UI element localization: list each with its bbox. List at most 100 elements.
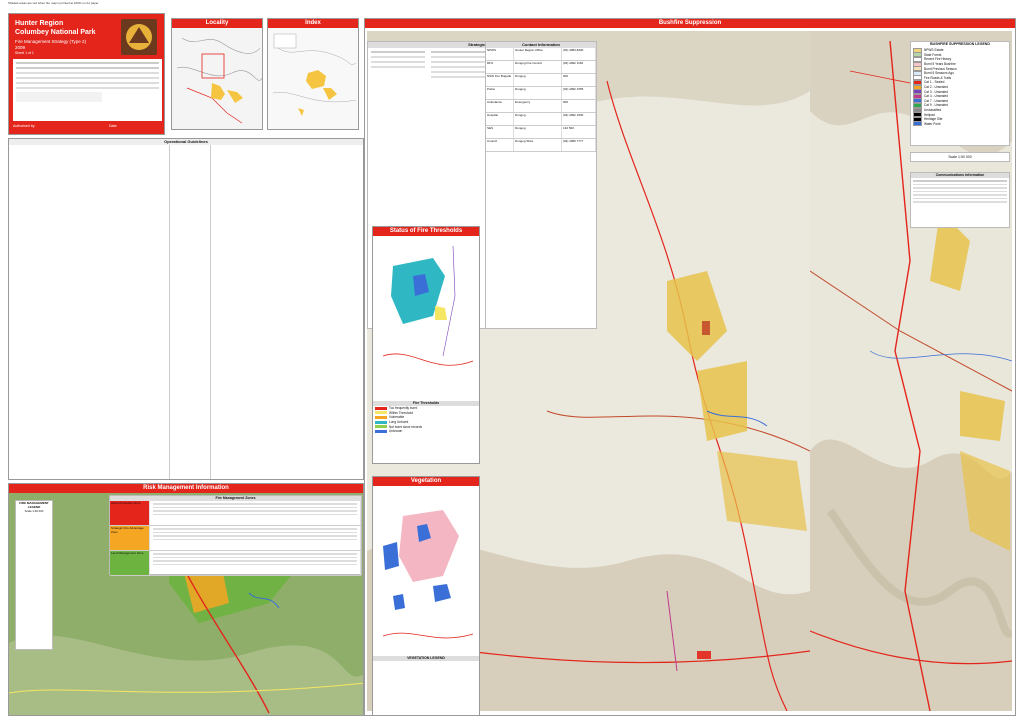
operational-guidelines-panel: Operational Guidelines	[8, 138, 364, 480]
contact-agency: Police	[486, 87, 514, 99]
guidelines-col-3	[211, 145, 363, 479]
region-title: Hunter Region	[15, 20, 64, 27]
bushfire-legend: BUSHFIRE SUPPRESSION LEGEND NPWS Estate S…	[910, 41, 1010, 146]
legend-label: Helipad	[924, 112, 935, 117]
risk-scale-label: Scale 1:60 000	[24, 509, 44, 513]
contact-name: Dungog Shire	[514, 139, 562, 151]
vegetation-map[interactable]	[373, 486, 480, 651]
clarence-town	[697, 651, 711, 659]
contact-name: Emergency	[514, 100, 562, 112]
park-title: Columbey National Park	[15, 29, 96, 36]
zone-name: Land Management Zone	[110, 551, 150, 575]
contact-phone: (02) 4984 8200	[562, 48, 596, 60]
threshold-swatch	[375, 406, 387, 410]
threshold-label: Too frequently burnt	[389, 406, 418, 411]
legend-label: Cat 2 - Unsealed	[924, 85, 948, 90]
contact-phone: (02) 4992 1500	[562, 113, 596, 125]
contact-agency: Hospital	[486, 113, 514, 125]
contact-agency: Council	[486, 139, 514, 151]
legend-label: State Forest	[924, 52, 942, 57]
contact-name: Dungog	[514, 126, 562, 138]
scale-label: Scale 1:50 000	[910, 152, 1010, 162]
strategy-title: Fire Management Strategy (Type 2)	[15, 39, 87, 44]
contact-information-panel: Contact Information NPWS Hunter Region Of…	[485, 41, 597, 329]
threshold-label: Vulnerable	[389, 415, 405, 420]
legend-label: Burnt Previous Season	[924, 66, 957, 71]
print-note: Shaded areas are red when fire map is pr…	[8, 1, 99, 5]
contact-agency: SES	[486, 126, 514, 138]
risk-management-title: Risk Management Information	[9, 484, 363, 493]
legend-label: Recent Fire History	[924, 57, 952, 62]
zone-description	[150, 526, 361, 550]
bushfire-suppression-title: Bushfire Suppression	[365, 19, 1015, 28]
contact-phone: (02) 4995 7777	[562, 139, 596, 151]
vegetation-title: Vegetation	[373, 477, 479, 486]
contacts-table: NPWS Hunter Region Office (02) 4984 8200 RF…	[486, 48, 596, 152]
legend-label: Fire Roads & Trails	[924, 75, 952, 80]
legend-label: Cat 7 - Unsealed	[924, 98, 948, 103]
year-title: 2009	[15, 45, 26, 50]
contact-agency: Ambulance	[486, 100, 514, 112]
risk-legend: FIRE MANAGEMENT LEGEND Scale 1:60 000	[15, 500, 53, 650]
locality-panel: Locality	[171, 18, 263, 130]
threshold-label: Long Unburnt	[389, 420, 409, 425]
legend-label: Burnt 5 Years Bushfire	[924, 62, 956, 67]
date-label: Date:	[109, 124, 118, 128]
threshold-swatch	[375, 429, 387, 433]
legend-label: Heritage Site	[924, 117, 943, 122]
contact-row: RFS Dungog Fire Control (02) 4992 1166	[486, 61, 596, 74]
guidelines-col-1	[9, 145, 170, 479]
vegetation-panel: Vegetation VEGETATION LEGEND	[372, 476, 480, 716]
contact-name: Hunter Region Office	[514, 48, 562, 60]
sheet-number: Sheet 1 of 1	[15, 51, 34, 55]
fire-thresholds-panel: Status of Fire Thresholds Fire Threshold…	[372, 226, 480, 464]
contact-row: Council Dungog Shire (02) 4995 7777	[486, 139, 596, 152]
zone-row: Land Management Zone	[110, 551, 361, 576]
legend-label: NPWS Estate	[924, 48, 944, 53]
contact-name: Dungog Fire Control	[514, 61, 562, 73]
index-title: Index	[268, 19, 358, 28]
legend-swatch	[913, 121, 922, 127]
threshold-label: Unknown	[389, 429, 403, 434]
legend-label: Cat 9 - Unsealed	[924, 103, 948, 108]
dungog-town	[702, 321, 710, 335]
threshold-swatch	[375, 411, 387, 415]
contact-row: Hospital Dungog (02) 4992 1500	[486, 113, 596, 126]
bushfire-legend-items: NPWS Estate State Forest Recent Fire Histo…	[911, 47, 1009, 127]
contact-phone: (02) 4992 1055	[562, 87, 596, 99]
zone-description	[150, 551, 361, 575]
legend-label: Cat 1 - Sealed	[924, 80, 945, 85]
locality-title: Locality	[172, 19, 262, 28]
contact-phone: (02) 4992 1166	[562, 61, 596, 73]
zone-name: Strategic Fire Advantage Zone	[110, 526, 150, 550]
communications-panel: Communications Information	[910, 172, 1010, 228]
contact-agency: RFS	[486, 61, 514, 73]
contact-phone: 000	[562, 100, 596, 112]
contact-row: NSW Fire Brigade Dungog 000	[486, 74, 596, 87]
locality-map[interactable]	[172, 28, 263, 130]
fire-management-zones-rows: Asset Protection Zone Strategic Fire Adva…	[110, 501, 361, 576]
title-description	[13, 59, 162, 121]
legend-label: Burnt 5 Seasons Ago	[924, 71, 954, 76]
contact-row: Ambulance Emergency 000	[486, 100, 596, 113]
title-block: Hunter Region Columbey National Park Fir…	[8, 13, 165, 135]
index-map[interactable]	[268, 28, 359, 130]
contact-phone: 132 500	[562, 126, 596, 138]
contact-name: Dungog	[514, 113, 562, 125]
legend-label: Unclassified	[924, 108, 942, 113]
legend-label: Cat 4 - Unsealed	[924, 94, 948, 99]
legend-label: Cat 3 - Unsealed	[924, 89, 948, 94]
fire-thresholds-map[interactable]	[373, 236, 480, 396]
threshold-label: Not burnt since records	[389, 424, 422, 429]
contact-agency: NSW Fire Brigade	[486, 74, 514, 86]
zone-row: Asset Protection Zone	[110, 501, 361, 526]
threshold-label: Within Threshold	[389, 410, 413, 415]
communications-header: Communications Information	[911, 173, 1009, 178]
authorised-label: Authorised by:	[13, 124, 36, 128]
contact-row: Police Dungog (02) 4992 1055	[486, 87, 596, 100]
contact-name: Dungog	[514, 87, 562, 99]
vegetation-legend-title: VEGETATION LEGEND	[373, 656, 479, 661]
contact-row: SES Dungog 132 500	[486, 126, 596, 139]
fire-thresholds-legend: Too frequently burnt Within Threshold Vuln…	[373, 406, 479, 434]
zone-name: Asset Protection Zone	[110, 501, 150, 525]
